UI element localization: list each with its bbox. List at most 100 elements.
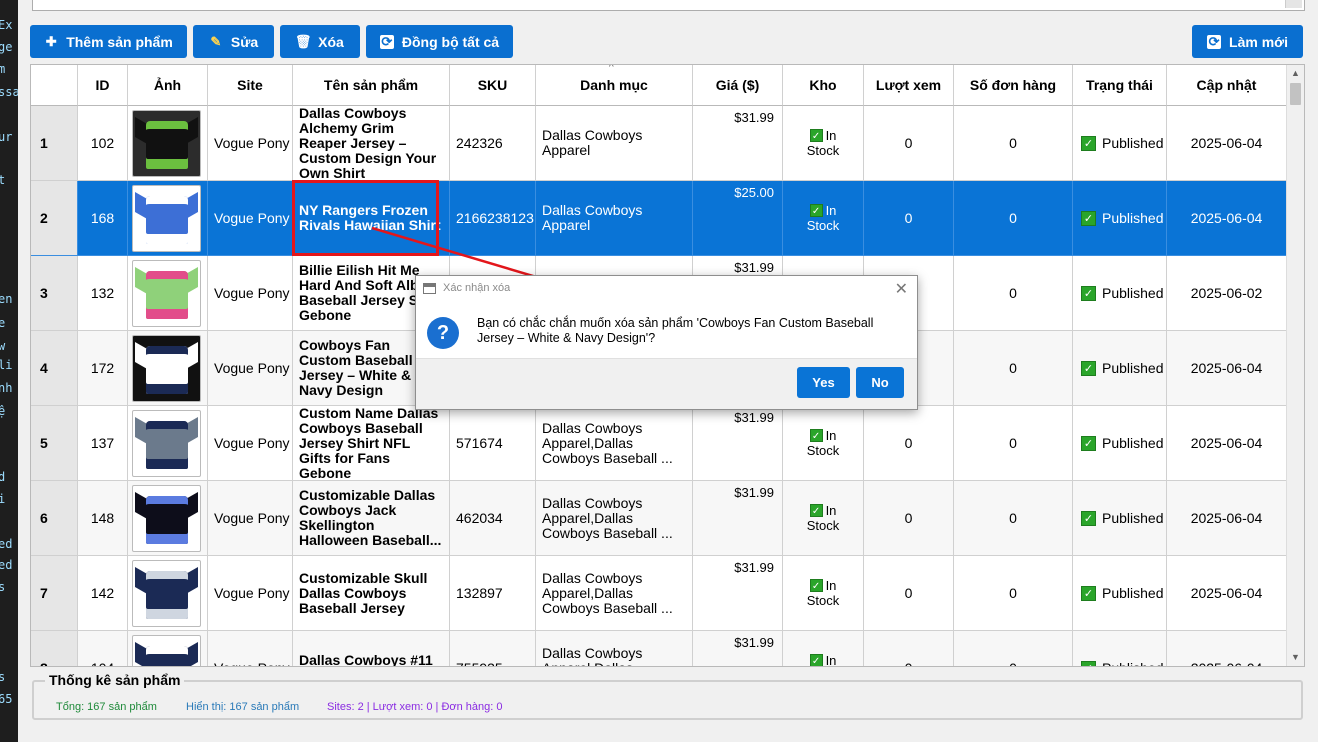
add-product-button[interactable]: ✚ Thêm sản phẩm xyxy=(30,25,187,58)
price-text: $31.99 xyxy=(734,110,774,125)
status-label: Published xyxy=(1102,285,1164,301)
cell-views: 0 xyxy=(864,631,954,666)
cell-site: Vogue Pony xyxy=(208,631,293,666)
table-header: ID Ảnh Site Tên sản phẩm SKU Danh mục Giá ($) K… xyxy=(31,65,1287,106)
cell-site: Vogue Pony xyxy=(208,256,293,331)
stock-line: ✓ In xyxy=(809,128,836,143)
cell-name: Customizable Skull Dallas Cowboys Baseba… xyxy=(293,556,450,631)
stock-label-b: Stock xyxy=(806,443,840,458)
column-header[interactable]: Giá ($) xyxy=(693,65,783,106)
stat-shown: Hiển thị: 167 sản phẩm xyxy=(186,701,300,713)
editor-line: en xyxy=(0,292,13,306)
vertical-scrollbar[interactable]: ▲ ▼ xyxy=(1286,65,1304,666)
stock-label-a: In xyxy=(825,578,837,593)
checkbox-icon: ✓ xyxy=(809,204,823,217)
column-header[interactable]: SKU xyxy=(450,65,536,106)
row-number[interactable]: 8 xyxy=(31,631,78,666)
cell-price: $31.99 xyxy=(693,556,783,631)
cell-price: $31.99 xyxy=(693,481,783,556)
cell-status: ✓ Published xyxy=(1073,106,1167,181)
row-number[interactable]: 1 xyxy=(31,106,78,181)
column-header[interactable]: Số đơn hàng xyxy=(954,65,1073,106)
cell-name: Dallas Cowboys #11 Micah Parsons Mesh xyxy=(293,631,450,666)
stock-status: ✓InStock xyxy=(807,503,840,533)
cell-category: Dallas Cowboys Apparel xyxy=(536,106,693,181)
table-row[interactable]: 6 148 Vogue Pony Customizable Dallas Cowboy… xyxy=(31,481,1287,556)
status-label: Published xyxy=(1102,660,1164,666)
cell-name: NY Rangers Frozen Rivals Hawaiian Shirt xyxy=(293,181,450,256)
stat-total: Tổng: 167 sản phẩm xyxy=(56,701,157,713)
cell-updated: 2025-06-04 xyxy=(1167,481,1287,556)
cell-price: $25.00 xyxy=(693,181,783,256)
cell-orders: 0 xyxy=(954,106,1073,181)
scroll-down-icon[interactable]: ▼ xyxy=(1287,649,1304,666)
cell-orders: 0 xyxy=(954,256,1073,331)
stock-label-a: In xyxy=(825,428,837,443)
column-header[interactable]: Cập nhật xyxy=(1167,65,1287,106)
checkbox-icon: ✓ xyxy=(809,654,823,666)
refresh-button[interactable]: ⟳ Làm mới xyxy=(1192,25,1303,58)
edit-label: Sửa xyxy=(230,33,259,50)
table-row[interactable]: 1 102 Vogue Pony Dallas Cowboys Alchemy Gri… xyxy=(31,106,1287,181)
category-text: Dallas Cowboys Apparel,Dallas Cowboys xyxy=(542,644,643,666)
table-row[interactable]: 5 137 Vogue Pony Custom Name Dallas Cowboys… xyxy=(31,406,1287,481)
row-number[interactable]: 4 xyxy=(31,331,78,406)
cell-site: Vogue Pony xyxy=(208,406,293,481)
column-header[interactable]: ID xyxy=(78,65,128,106)
product-name: Customizable Dallas Cowboys Jack Skellin… xyxy=(299,487,442,548)
scroll-up-icon[interactable]: ▲ xyxy=(1287,65,1304,82)
column-header[interactable]: Lượt xem xyxy=(864,65,954,106)
cell-image xyxy=(128,106,208,181)
product-thumbnail xyxy=(132,409,201,477)
no-button[interactable]: No xyxy=(856,367,904,398)
confirm-delete-dialog: Xác nhận xóa ✕ ? Bạn có chắc chắn muốn x… xyxy=(415,275,918,410)
checkbox-icon: ✓ xyxy=(809,504,823,517)
scroll-thumb[interactable] xyxy=(1290,83,1301,105)
cell-updated: 2025-06-04 xyxy=(1167,181,1287,256)
table-row[interactable]: 2 168 Vogue Pony NY Rangers Frozen Rivals H… xyxy=(31,181,1287,256)
product-name: NY Rangers Frozen Rivals Hawaiian Shirt xyxy=(299,202,441,233)
table-row[interactable]: 8104 Vogue Pony Dallas Cowboys #11 Micah P… xyxy=(31,631,1287,666)
refresh-label: Làm mới xyxy=(1229,33,1288,50)
editor-line: s xyxy=(0,670,6,684)
product-thumbnail xyxy=(132,184,201,252)
close-icon[interactable]: ✕ xyxy=(895,279,908,299)
column-header[interactable]: Ảnh xyxy=(128,65,208,106)
stock-line: ✓ In xyxy=(809,503,836,518)
column-header[interactable]: Trạng thái xyxy=(1073,65,1167,106)
yes-button[interactable]: Yes xyxy=(797,367,850,398)
cell-image xyxy=(128,556,208,631)
row-number[interactable]: 6 xyxy=(31,481,78,556)
editor-line: 65 xyxy=(0,692,13,706)
cell-views: 0 xyxy=(864,181,954,256)
cell-stock: ✓InStock xyxy=(783,181,864,256)
row-number[interactable]: 7 xyxy=(31,556,78,631)
edit-button[interactable]: ✎ Sửa xyxy=(193,25,274,58)
row-number[interactable]: 5 xyxy=(31,406,78,481)
dropdown-arrow-icon[interactable] xyxy=(1285,0,1302,8)
cell-updated: 2025-06-04 xyxy=(1167,406,1287,481)
product-name: Customizable Skull Dallas Cowboys Baseba… xyxy=(299,569,428,616)
cell-stock: ✓InStock xyxy=(783,406,864,481)
sync-all-button[interactable]: ⟳ Đồng bộ tất cả xyxy=(366,25,513,58)
delete-button[interactable]: 🗑 Xóa xyxy=(280,25,360,58)
shirt-body xyxy=(146,645,188,666)
column-header[interactable]: Site xyxy=(208,65,293,106)
row-number[interactable]: 2 xyxy=(31,181,78,256)
window-icon xyxy=(423,282,436,294)
filter-input[interactable] xyxy=(32,0,1305,11)
table-row[interactable]: 7 142 Vogue Pony Customizable Skull Dallas … xyxy=(31,556,1287,631)
cell-orders: 0 xyxy=(954,406,1073,481)
column-header[interactable]: Kho xyxy=(783,65,864,106)
checkbox-icon: ✓ xyxy=(1081,285,1096,301)
cell-updated: 2025-06-02 xyxy=(1167,256,1287,331)
stock-status: ✓InStock xyxy=(807,203,840,233)
column-header[interactable]: Tên sản phẩm xyxy=(293,65,450,106)
cell-image xyxy=(128,331,208,406)
stock-line: ✓ In xyxy=(809,428,837,443)
column-header[interactable]: Danh mục xyxy=(536,65,693,106)
column-header[interactable] xyxy=(31,65,78,106)
row-number[interactable]: 3 xyxy=(31,256,78,331)
stats-title: Thống kê sản phẩm xyxy=(45,672,185,688)
stock-line: ✓ In xyxy=(809,653,836,666)
